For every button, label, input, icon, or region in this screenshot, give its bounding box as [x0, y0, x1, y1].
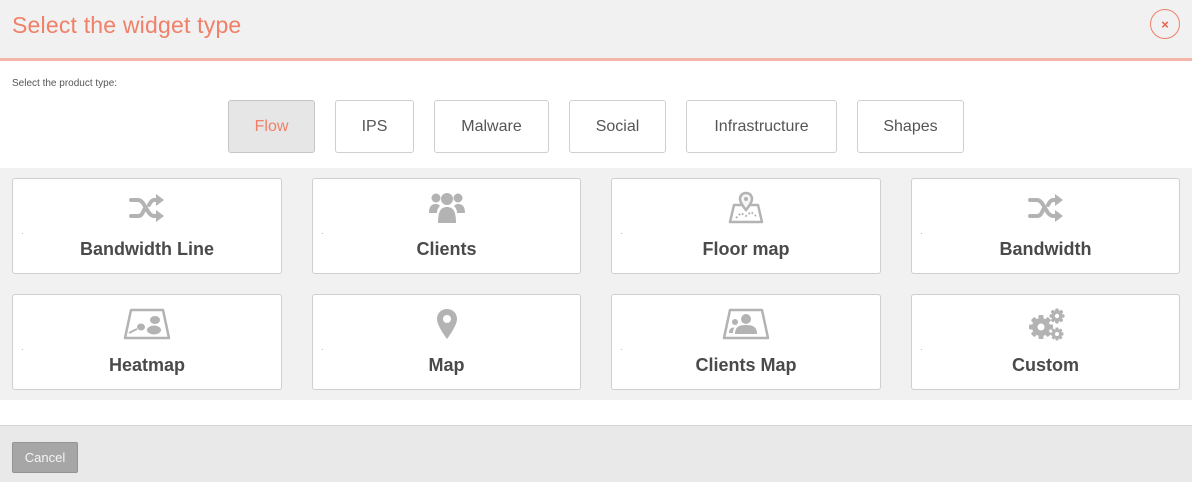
product-type-flow[interactable]: Flow	[228, 100, 315, 153]
dialog-footer: Cancel	[0, 425, 1192, 482]
dialog-header: Select the widget type ×	[0, 0, 1192, 61]
close-button[interactable]: ×	[1150, 9, 1180, 39]
widget-grid: · Bandwidth Line · Clients · Floor map ·…	[0, 168, 1192, 400]
gears-icon	[912, 307, 1179, 341]
dialog-title: Select the widget type	[12, 12, 242, 38]
product-type-shapes[interactable]: Shapes	[857, 100, 964, 153]
widget-label: Clients	[416, 239, 477, 259]
widget-card-custom[interactable]: · Custom	[911, 294, 1180, 390]
widget-card-bandwidth-line[interactable]: · Bandwidth Line	[12, 178, 282, 274]
widget-card-clients-map[interactable]: · Clients Map	[611, 294, 881, 390]
product-type-malware[interactable]: Malware	[434, 100, 549, 153]
floor-map-icon	[612, 191, 880, 225]
close-icon: ×	[1161, 16, 1169, 32]
widget-card-floor-map[interactable]: · Floor map	[611, 178, 881, 274]
widget-label: Clients Map	[695, 355, 797, 375]
users-icon	[313, 191, 580, 225]
map-marker-icon	[313, 307, 580, 341]
widget-label: Custom	[1012, 355, 1079, 375]
product-type-infrastructure[interactable]: Infrastructure	[686, 100, 837, 153]
cancel-button[interactable]: Cancel	[12, 442, 78, 473]
clients-map-icon	[612, 307, 880, 341]
widget-label: Floor map	[702, 239, 790, 259]
shuffle-icon	[912, 191, 1179, 225]
widget-card-clients[interactable]: · Clients	[312, 178, 581, 274]
widget-card-map[interactable]: · Map	[312, 294, 581, 390]
product-type-label: Select the product type:	[12, 78, 118, 89]
heatmap-icon	[13, 307, 281, 341]
widget-label: Map	[428, 355, 465, 375]
widget-card-bandwidth[interactable]: · Bandwidth	[911, 178, 1180, 274]
product-type-ips[interactable]: IPS	[335, 100, 414, 153]
widget-label: Bandwidth Line	[80, 239, 214, 259]
widget-label: Heatmap	[108, 355, 186, 375]
shuffle-icon	[13, 191, 281, 225]
widget-card-heatmap[interactable]: · Heatmap	[12, 294, 282, 390]
product-type-social[interactable]: Social	[569, 100, 666, 153]
widget-label: Bandwidth	[999, 239, 1092, 259]
